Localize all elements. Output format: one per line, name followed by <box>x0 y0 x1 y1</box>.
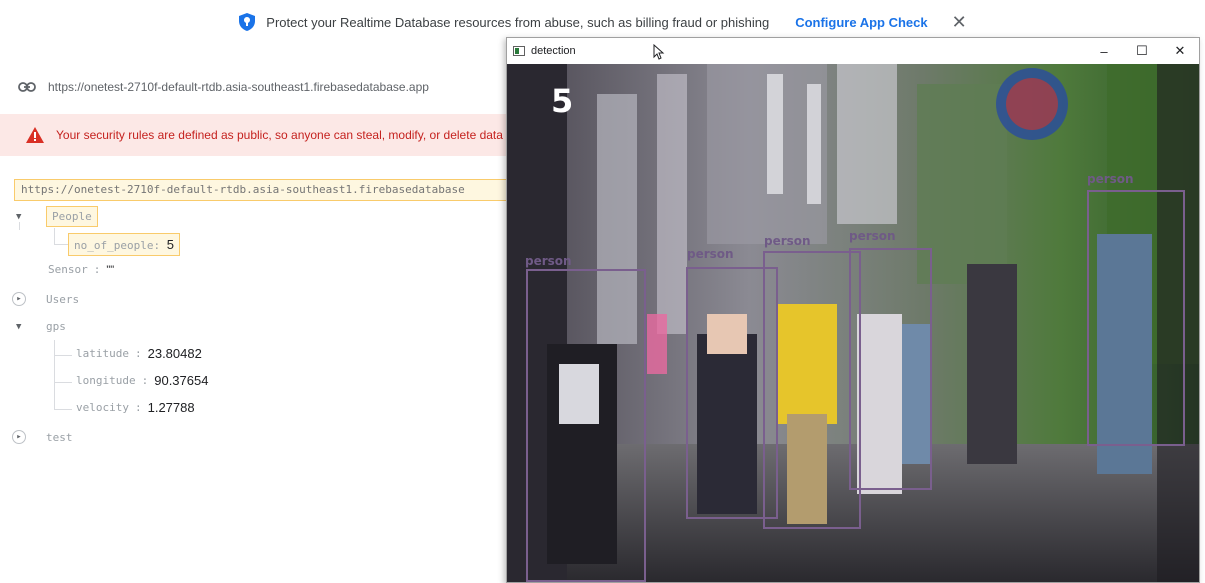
detection-label: person <box>687 247 734 261</box>
link-icon[interactable] <box>18 81 36 93</box>
caret-down-icon[interactable]: ▼ <box>16 322 26 332</box>
tree-node-sensor[interactable]: Sensor: "" <box>48 263 114 276</box>
node-key: no_of_people <box>74 239 154 252</box>
close-button[interactable]: ✕ <box>1161 38 1199 64</box>
banner-message: Protect your Realtime Database resources… <box>266 14 770 30</box>
tree-connector <box>54 382 72 383</box>
tree-node-test[interactable]: ▸ test <box>12 430 73 444</box>
node-key: Sensor <box>48 263 88 276</box>
screen: Protect your Realtime Database resources… <box>0 0 1205 583</box>
shield-icon <box>238 13 256 31</box>
detection-window[interactable]: detection – ☐ ✕ 5 person person person p… <box>506 37 1200 583</box>
security-warning-text: Your security rules are defined as publi… <box>56 128 503 142</box>
minimize-button[interactable]: – <box>1085 38 1123 64</box>
expand-icon[interactable]: ▸ <box>12 430 26 444</box>
database-url-row: https://onetest-2710f-default-rtdb.asia-… <box>18 80 429 94</box>
node-key: test <box>46 430 73 444</box>
configure-app-check-link[interactable]: Configure App Check <box>795 15 927 30</box>
maximize-button[interactable]: ☐ <box>1123 38 1161 64</box>
node-value: 1.27788 <box>147 400 195 415</box>
node-key: latitude <box>76 347 129 360</box>
node-key: Users <box>46 292 80 306</box>
tree-node-people[interactable]: ▼ People <box>16 206 98 227</box>
expand-icon[interactable]: ▸ <box>12 292 26 306</box>
node-key: velocity <box>76 401 129 414</box>
close-icon[interactable]: ✕ <box>952 12 967 33</box>
tree-node-users[interactable]: ▸ Users <box>12 292 79 306</box>
node-key: People <box>46 206 98 227</box>
window-titlebar[interactable]: detection – ☐ ✕ <box>507 38 1199 64</box>
tree-connector <box>54 244 68 245</box>
tree-node-velocity[interactable]: velocity: 1.27788 <box>76 400 195 415</box>
caret-down-icon[interactable]: ▼ <box>16 212 26 222</box>
detection-label: person <box>849 229 896 243</box>
tree-connector <box>54 409 72 410</box>
window-controls: – ☐ ✕ <box>1085 38 1199 64</box>
node-value: 90.37654 <box>154 373 209 388</box>
detection-box <box>1087 190 1185 446</box>
node-value: 5 <box>166 237 174 252</box>
node-key: gps <box>46 320 66 333</box>
camera-frame: 5 person person person person person <box>507 64 1199 582</box>
detection-label: person <box>525 254 572 268</box>
detection-box <box>763 251 861 529</box>
tree-connector <box>54 355 72 356</box>
tree-node-no-of-people[interactable]: no_of_people: 5 <box>68 233 180 256</box>
node-key: longitude <box>76 374 136 387</box>
tree-connector <box>54 228 55 244</box>
detection-box <box>849 248 932 490</box>
detection-label: person <box>764 234 811 248</box>
tree-node-latitude[interactable]: latitude: 23.80482 <box>76 346 202 361</box>
window-title: detection <box>531 45 576 57</box>
node-value: "" <box>106 263 115 276</box>
tree-connector <box>54 340 55 410</box>
detection-box <box>526 269 646 582</box>
node-key-value: no_of_people: 5 <box>68 233 180 256</box>
warning-icon <box>26 127 44 143</box>
detection-label: person <box>1087 172 1134 186</box>
security-warning: Your security rules are defined as publi… <box>0 114 520 156</box>
tree-node-gps[interactable]: ▼ gps <box>16 320 66 333</box>
tree-node-longitude[interactable]: longitude: 90.37654 <box>76 373 208 388</box>
mouse-cursor-icon <box>653 43 665 63</box>
window-app-icon <box>513 46 525 56</box>
database-url: https://onetest-2710f-default-rtdb.asia-… <box>48 80 429 94</box>
people-count-overlay: 5 <box>551 82 574 120</box>
node-value: 23.80482 <box>147 346 202 361</box>
database-root-node[interactable]: https://onetest-2710f-default-rtdb.asia-… <box>14 179 524 201</box>
